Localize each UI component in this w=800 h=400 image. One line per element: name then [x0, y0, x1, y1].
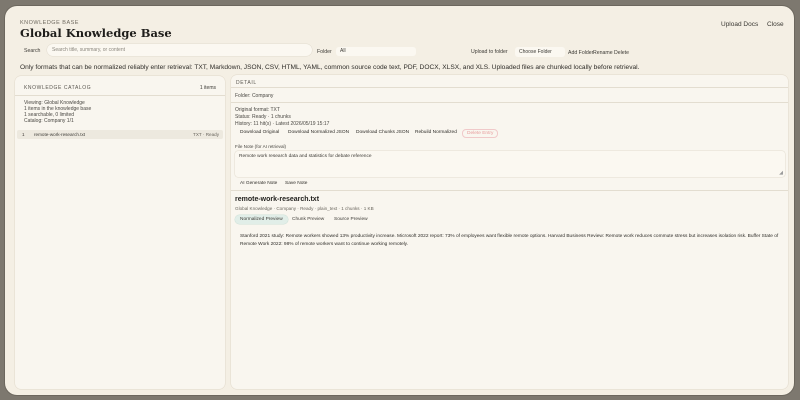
rename-folder-button[interactable]: Rename — [593, 50, 613, 56]
file-note-value: Remote work research data and statistics… — [239, 154, 372, 159]
folder-select[interactable]: All — [336, 47, 416, 56]
resize-handle-icon[interactable]: ◢ — [779, 170, 783, 176]
file-note-textarea[interactable]: Remote work research data and statistics… — [235, 151, 785, 177]
catalog-line: Catalog: Company 1/1 — [24, 118, 74, 124]
choose-folder-select[interactable]: Choose Folder — [515, 47, 565, 57]
original-format-line: Original format: TXT — [235, 107, 280, 113]
download-normalized-json-button[interactable]: Download Normalized JSON — [288, 130, 349, 135]
divider — [231, 102, 788, 103]
search-label: Search — [24, 48, 41, 54]
upload-to-folder-label: Upload to folder — [471, 49, 508, 55]
upload-docs-button[interactable]: Upload Docs — [721, 21, 758, 28]
knowledge-catalog-panel: KNOWLEDGE CATALOG 1 items Viewing: Globa… — [15, 76, 225, 389]
list-item-index: 1 — [22, 132, 25, 137]
search-input[interactable]: Search title, summary, or content — [47, 44, 312, 56]
delete-entry-button[interactable]: Delete Entry — [462, 128, 499, 138]
close-button[interactable]: Close — [767, 21, 784, 28]
list-item[interactable]: 1 remote-work-research.txt TXT · Ready — [17, 130, 223, 139]
divider — [231, 87, 788, 88]
download-chunks-json-button[interactable]: Download Chunks JSON — [356, 130, 409, 135]
list-item-name: remote-work-research.txt — [34, 132, 86, 137]
preview-text: Stanford 2021 study: Remote workers show… — [240, 234, 779, 247]
file-meta: Global Knowledge · Company · Ready · pla… — [235, 206, 374, 211]
divider — [231, 190, 788, 191]
add-folder-button[interactable]: Add Folder — [568, 50, 593, 56]
knowledge-base-window: KNOWLEDGE BASE Global Knowledge Base Upl… — [5, 6, 794, 395]
ai-generate-note-button[interactable]: AI Generate Note — [240, 181, 277, 186]
catalog-count: 1 items — [199, 85, 216, 91]
folder-label: Folder — [317, 49, 332, 55]
status-line: Status: Ready · 1 chunks — [235, 114, 291, 120]
history-line: History: 11 hit(s) · Latest 2026/05/19 1… — [235, 121, 330, 127]
detail-heading: DETAIL — [236, 80, 257, 86]
rebuild-normalized-button[interactable]: Rebuild Normalized — [415, 130, 457, 135]
download-original-button[interactable]: Download Original — [240, 130, 279, 135]
supported-formats-info: Only formats that can be normalized reli… — [20, 64, 640, 71]
divider — [15, 95, 225, 96]
tab-chunk-preview[interactable]: Chunk Preview — [292, 215, 324, 224]
file-title: remote-work-research.txt — [235, 196, 320, 203]
detail-panel: DETAIL Folder: Company Original format: … — [231, 75, 788, 389]
tab-normalized-preview[interactable]: Normalized Preview — [235, 215, 288, 224]
catalog-heading: KNOWLEDGE CATALOG — [24, 85, 92, 91]
delete-folder-button[interactable]: Delete — [614, 50, 629, 56]
tab-source-preview[interactable]: Source Preview — [334, 215, 368, 224]
save-note-button[interactable]: Save Note — [285, 181, 307, 186]
page-title: Global Knowledge Base — [20, 26, 172, 40]
folder-line: Folder: Company — [235, 93, 274, 99]
file-note-label: File Note (for AI retrieval) — [235, 144, 287, 149]
list-item-status: TXT · Ready — [193, 132, 219, 137]
